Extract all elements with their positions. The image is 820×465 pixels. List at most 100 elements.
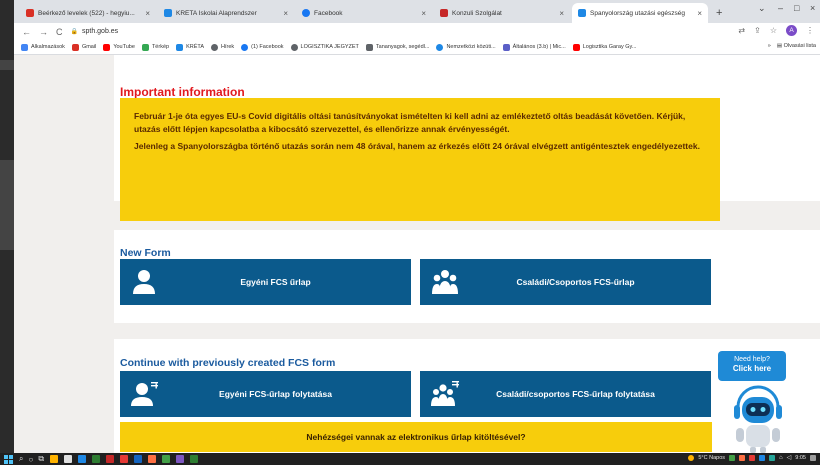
bookmark-tananyagok[interactable]: Tananyagok, segédl...	[365, 43, 429, 51]
tab-title: Konzuli Szolgálat	[452, 9, 502, 17]
taskbar-app-icon[interactable]	[50, 455, 59, 463]
translate-icon[interactable]: ⇄	[738, 26, 745, 35]
tray-app-icon[interactable]	[729, 454, 736, 461]
tab-spanyolorszag[interactable]: Spanyolország utazási egészség ×	[572, 3, 708, 23]
more-bookmarks-icon[interactable]: »	[768, 43, 771, 49]
robot-icon	[734, 385, 782, 453]
taskbar-app-icon[interactable]	[78, 455, 87, 463]
help-line: Need help?	[734, 356, 770, 363]
tab-kreta[interactable]: KRÉTA Iskolai Alaprendszer ×	[158, 3, 294, 23]
taskbar: ⌕ ○ ⧉ 5°C Napos ⌂ ◁ 9:05	[0, 453, 820, 465]
taskbar-app-icon[interactable]	[148, 455, 157, 463]
bookmark-garay[interactable]: Logisztika Garay Gy...	[572, 43, 636, 51]
avatar[interactable]: A	[786, 25, 797, 36]
close-icon[interactable]: ×	[559, 9, 564, 18]
minimize-icon[interactable]: –	[778, 3, 783, 13]
reload-icon[interactable]: C	[56, 27, 63, 37]
teams-icon	[502, 43, 510, 51]
maps-icon	[141, 43, 149, 51]
notification-icon[interactable]	[810, 454, 816, 461]
taskbar-app-icon[interactable]	[106, 455, 115, 463]
bookmark-teams[interactable]: Általános (3.b) | Mic...	[502, 43, 566, 51]
taskbar-app-icon[interactable]	[190, 455, 199, 463]
restore-icon[interactable]: □	[794, 3, 799, 13]
continue-individual-button[interactable]: Egyéni FCS-űrlap folytatása	[120, 371, 411, 417]
url-field[interactable]: 🔒 spth.gob.es	[71, 28, 119, 35]
bookmark-logisztika[interactable]: LOGISZTIKA JEGYZET	[290, 43, 359, 51]
taskbar-app-icon[interactable]	[92, 455, 101, 463]
tray-app-icon[interactable]	[769, 454, 776, 461]
gmail-icon	[71, 43, 79, 51]
reading-list[interactable]: ▤ Olvasási lista	[777, 43, 816, 49]
browser-window: Beérkező levelek (522) - hegyiu... × KRÉ…	[14, 0, 820, 453]
kreta-icon	[164, 9, 172, 17]
bookmark-gmail[interactable]: Gmail	[71, 43, 96, 51]
kreta-icon	[176, 43, 184, 51]
search-icon[interactable]: ⌕	[19, 454, 23, 464]
individual-form-button[interactable]: Egyéni FCS űrlap	[120, 259, 411, 305]
share-icon[interactable]: ⇪	[754, 26, 761, 35]
taskbar-app-icon[interactable]	[134, 455, 143, 463]
clock[interactable]: 9:05	[795, 455, 806, 461]
tray-app-icon[interactable]	[739, 454, 746, 461]
page-content: Important information Február 1-je óta e…	[14, 55, 820, 453]
close-icon[interactable]: ×	[145, 9, 150, 18]
strip-mark	[0, 160, 14, 250]
difficulty-button[interactable]: Nehézségei vannak az elektronikus űrlap …	[120, 422, 712, 452]
volume-icon[interactable]: ◁	[787, 454, 792, 461]
weather-icon	[688, 454, 695, 461]
group-icon	[432, 270, 458, 294]
bookmark-news[interactable]: Hírek	[211, 43, 234, 51]
weather-text[interactable]: 5°C Napos	[698, 455, 725, 461]
network-icon[interactable]: ⌂	[779, 455, 783, 461]
lock-icon: 🔒	[70, 29, 78, 35]
tab-gmail[interactable]: Beérkező levelek (522) - hegyiu... ×	[20, 3, 156, 23]
help-bubble[interactable]: Need help? Click here	[718, 351, 786, 381]
tab-facebook[interactable]: Facebook ×	[296, 3, 432, 23]
bookmark-youtube[interactable]: YouTube	[103, 43, 135, 51]
tab-konzuli[interactable]: Konzuli Szolgálat ×	[434, 3, 570, 23]
taskbar-app-icon[interactable]	[64, 455, 73, 463]
continue-individual-label: Egyéni FCS-űrlap folytatása	[219, 389, 332, 399]
bookmark-label: Alkalmazások	[31, 44, 65, 50]
important-title: Important information	[120, 85, 245, 99]
help-widget[interactable]: Need help? Click here	[718, 351, 804, 453]
cortana-icon[interactable]: ○	[28, 455, 33, 464]
group-form-button[interactable]: Családi/Csoportos FCS-űrlap	[420, 259, 711, 305]
notice-paragraph: Február 1-je óta egyes EU-s Covid digitá…	[134, 111, 686, 134]
new-tab-button[interactable]: +	[716, 3, 722, 23]
continue-group-button[interactable]: Családi/csoportos FCS-űrlap folytatása	[420, 371, 711, 417]
bookmark-kreta[interactable]: KRÉTA	[176, 43, 204, 51]
windows-start-icon[interactable]	[4, 454, 13, 464]
taskbar-app-icon[interactable]	[162, 455, 171, 463]
back-icon[interactable]: ←	[22, 27, 31, 37]
bookmark-maps[interactable]: Térkép	[141, 43, 170, 51]
tab-search-icon[interactable]: ⌄	[758, 3, 766, 14]
close-icon[interactable]: ×	[283, 9, 288, 18]
close-icon[interactable]: ×	[697, 9, 702, 18]
taskbar-app-icon[interactable]	[176, 455, 185, 463]
close-icon[interactable]: ×	[421, 9, 426, 18]
tray-app-icon[interactable]	[759, 454, 766, 461]
reading-list-icon: ▤	[776, 43, 783, 49]
tray-app-icon[interactable]	[749, 454, 756, 461]
forward-icon[interactable]: →	[39, 27, 48, 37]
group-add-icon	[431, 381, 459, 406]
taskbar-app-icon[interactable]	[120, 455, 129, 463]
reading-list-label: Olvasási lista	[783, 43, 816, 49]
group-form-label: Családi/Csoportos FCS-űrlap	[516, 277, 635, 287]
person-add-icon	[131, 382, 158, 406]
bookmark-label: KRÉTA	[186, 44, 204, 50]
facebook-icon	[241, 43, 249, 51]
bookmark-facebook[interactable]: (1) Facebook	[241, 43, 284, 51]
bookmark-apps[interactable]: Alkalmazások	[21, 43, 65, 51]
apps-grid-icon	[21, 43, 28, 51]
menu-icon[interactable]: ⋮	[806, 26, 814, 35]
strip-mark	[0, 60, 14, 70]
bookmark-label: Térkép	[151, 44, 170, 50]
star-icon[interactable]: ☆	[770, 26, 777, 35]
bookmark-nemzetkozi[interactable]: Nemzetközi közúti...	[436, 43, 496, 51]
window-close-icon[interactable]: ×	[810, 3, 815, 13]
task-view-icon[interactable]: ⧉	[38, 454, 44, 464]
help-click-here: Click here	[732, 364, 772, 373]
